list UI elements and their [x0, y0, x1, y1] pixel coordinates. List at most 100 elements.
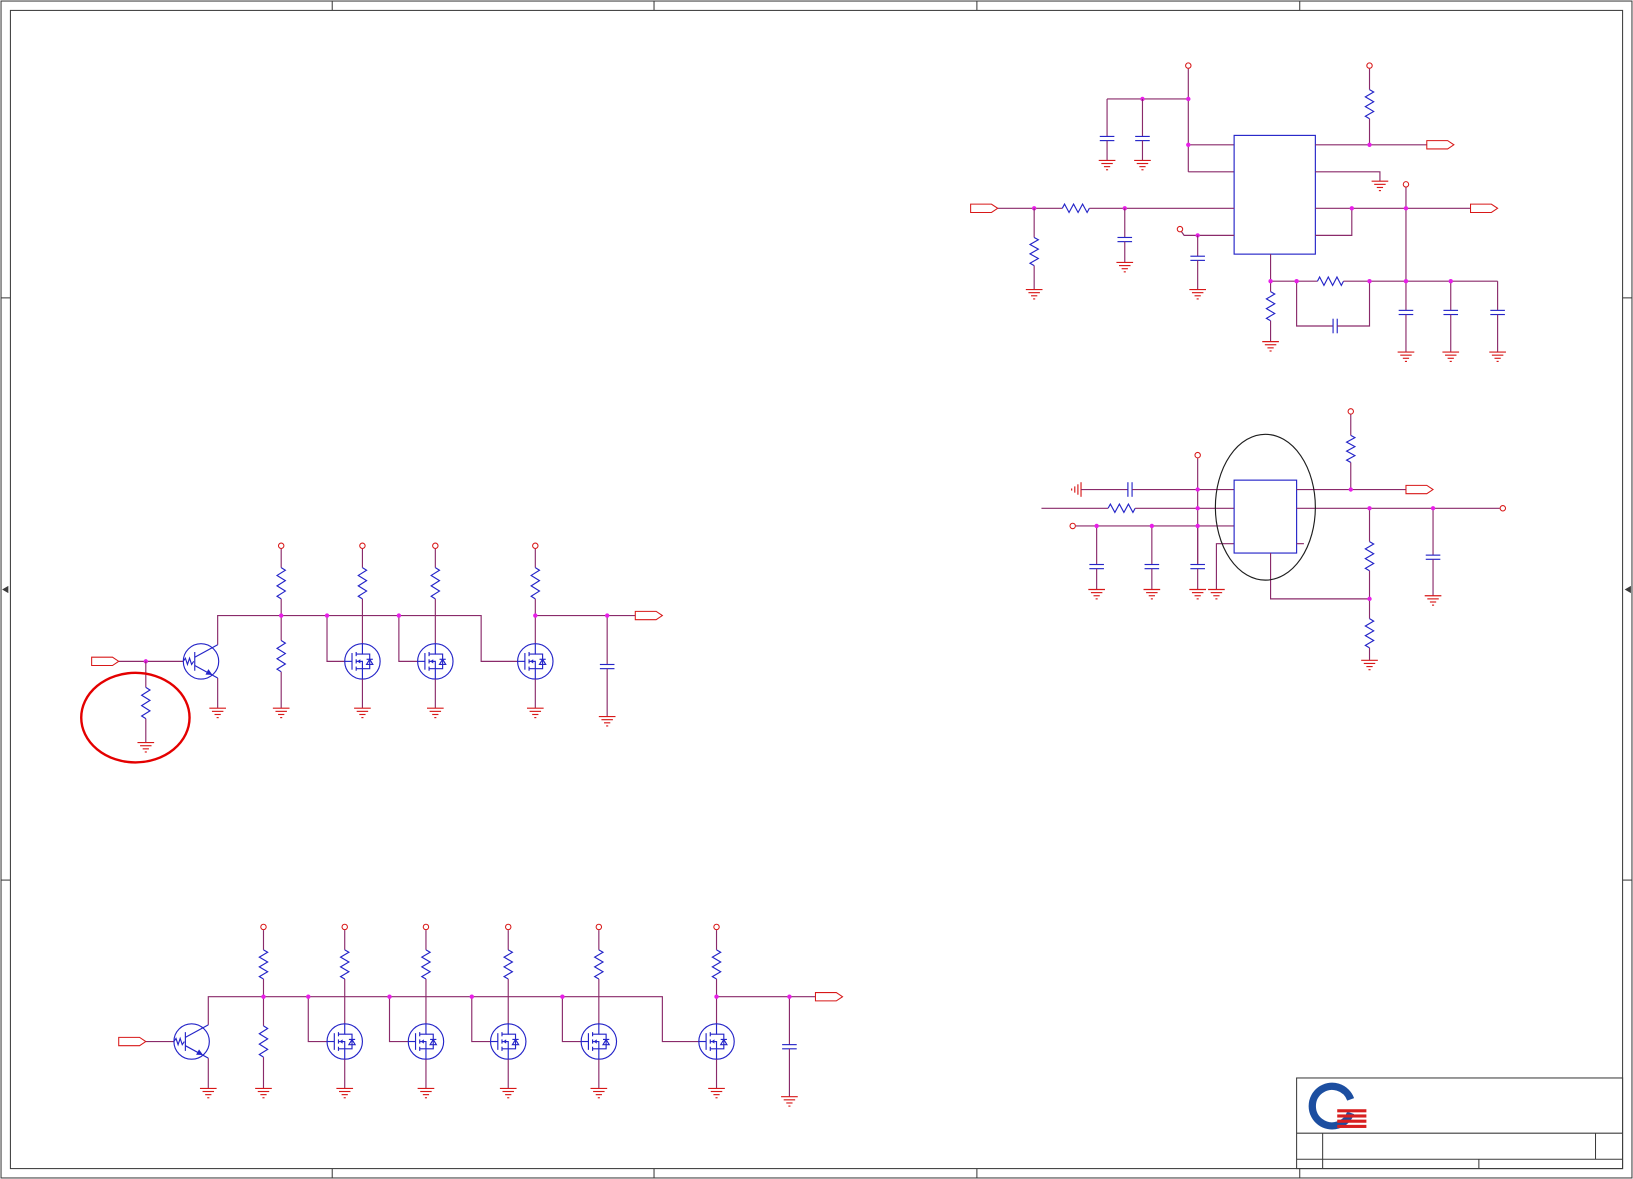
power-pin — [359, 542, 366, 549]
junction-dot — [324, 613, 330, 618]
power-pin — [532, 542, 539, 549]
ground-symbol — [272, 707, 290, 719]
mosfet-arrow — [357, 659, 361, 664]
transistor-emitter — [194, 665, 218, 679]
junction-dot — [1268, 279, 1273, 284]
resistor-zigzag — [593, 949, 605, 980]
power-pin — [277, 542, 285, 549]
mosfet-arrow — [430, 659, 434, 664]
ground-symbol — [1189, 288, 1207, 300]
ic-body — [1233, 479, 1298, 554]
mosfet-drain — [429, 643, 436, 655]
ground-symbol — [1208, 588, 1225, 600]
power-pin — [1402, 181, 1410, 188]
n-mosfet — [489, 1023, 527, 1060]
capacitor — [1425, 554, 1441, 560]
capacitor — [1332, 318, 1338, 334]
ground-symbol — [499, 1087, 517, 1099]
wire — [471, 996, 491, 1043]
mosfet-drain — [419, 1023, 427, 1035]
mosfet-arrow — [530, 659, 534, 664]
resistor — [1061, 202, 1090, 214]
power-pin — [422, 923, 430, 931]
resistor — [1364, 89, 1375, 120]
junction-dot — [396, 613, 402, 618]
wire — [1315, 208, 1353, 236]
highlight-ellipse-black — [1214, 433, 1316, 581]
capacitor — [599, 663, 615, 670]
ground-symbol — [417, 1087, 435, 1099]
resistor-zigzag — [1061, 202, 1090, 214]
mosfet-drain — [710, 1023, 718, 1035]
ground-symbol — [1134, 159, 1151, 171]
junction-dot — [1367, 142, 1372, 147]
ground-symbol — [255, 1087, 272, 1099]
mosfet-source — [592, 1048, 600, 1060]
logo-stripe — [1337, 1119, 1367, 1123]
port-arrow — [1470, 203, 1499, 213]
junction-dot — [261, 994, 266, 999]
ground-symbol — [1098, 159, 1116, 171]
ground-symbol — [1262, 341, 1279, 352]
resistor-zigzag — [1028, 236, 1040, 267]
junction-dot — [1294, 279, 1299, 284]
resistor — [1028, 236, 1040, 267]
port-arrow — [634, 610, 664, 621]
n-mosfet — [580, 1023, 618, 1060]
resistor — [1345, 434, 1357, 463]
capacitor — [1144, 563, 1160, 570]
ground-symbol — [1088, 588, 1105, 600]
port-arrow — [814, 992, 844, 1002]
resistor-zigzag — [530, 567, 541, 600]
resistor — [140, 686, 152, 720]
ground-symbol — [1442, 351, 1460, 362]
junction-dot — [604, 613, 610, 618]
power-pin — [1347, 408, 1354, 415]
n-mosfet — [344, 643, 381, 680]
ground-symbol — [708, 1087, 725, 1099]
frame-center-arrow — [1624, 585, 1631, 594]
junction-dot — [1094, 523, 1099, 529]
mosfet-source — [419, 1048, 427, 1060]
junction-dot — [533, 613, 538, 618]
resistor — [530, 567, 541, 600]
capacitor — [1190, 255, 1205, 261]
power-pin — [432, 542, 439, 549]
junction-dot — [1367, 596, 1372, 602]
mosfet-drain — [501, 1023, 509, 1035]
ground-symbol — [336, 1087, 354, 1099]
resistor — [430, 567, 441, 600]
mosfet-arrow — [711, 1039, 715, 1044]
wire — [307, 996, 328, 1043]
npn-transistor — [173, 1023, 210, 1060]
mosfet-drain — [338, 1023, 346, 1035]
resistor — [275, 640, 287, 673]
wire — [1296, 281, 1334, 327]
junction-dot — [306, 994, 311, 999]
transistor-base-resistor — [173, 1036, 185, 1047]
junction-dot — [279, 613, 284, 618]
resistor-zigzag — [420, 949, 432, 980]
resistor-zigzag — [1345, 434, 1357, 463]
resistor — [1364, 541, 1375, 572]
resistor-zigzag — [1364, 89, 1375, 120]
logo-stripe — [1337, 1124, 1367, 1128]
schematic-sheet — [0, 0, 1633, 1179]
highlight-ellipse-red — [80, 671, 191, 764]
capacitor — [1127, 482, 1133, 497]
ground-symbol — [1143, 588, 1161, 600]
n-mosfet — [326, 1023, 363, 1060]
ground-symbol — [590, 1087, 608, 1099]
capacitor — [1117, 236, 1133, 243]
ground-symbol — [209, 707, 226, 719]
port-arrow — [91, 656, 120, 667]
junction-dot — [1448, 279, 1453, 284]
junction-dot — [787, 994, 792, 999]
ground-symbol — [526, 707, 544, 719]
capacitor — [1398, 309, 1414, 316]
transistor-collector — [194, 644, 218, 658]
power-pin — [1176, 225, 1184, 233]
n-mosfet — [698, 1023, 735, 1060]
power-pin — [1194, 451, 1201, 459]
mosfet-arrow — [503, 1039, 507, 1044]
